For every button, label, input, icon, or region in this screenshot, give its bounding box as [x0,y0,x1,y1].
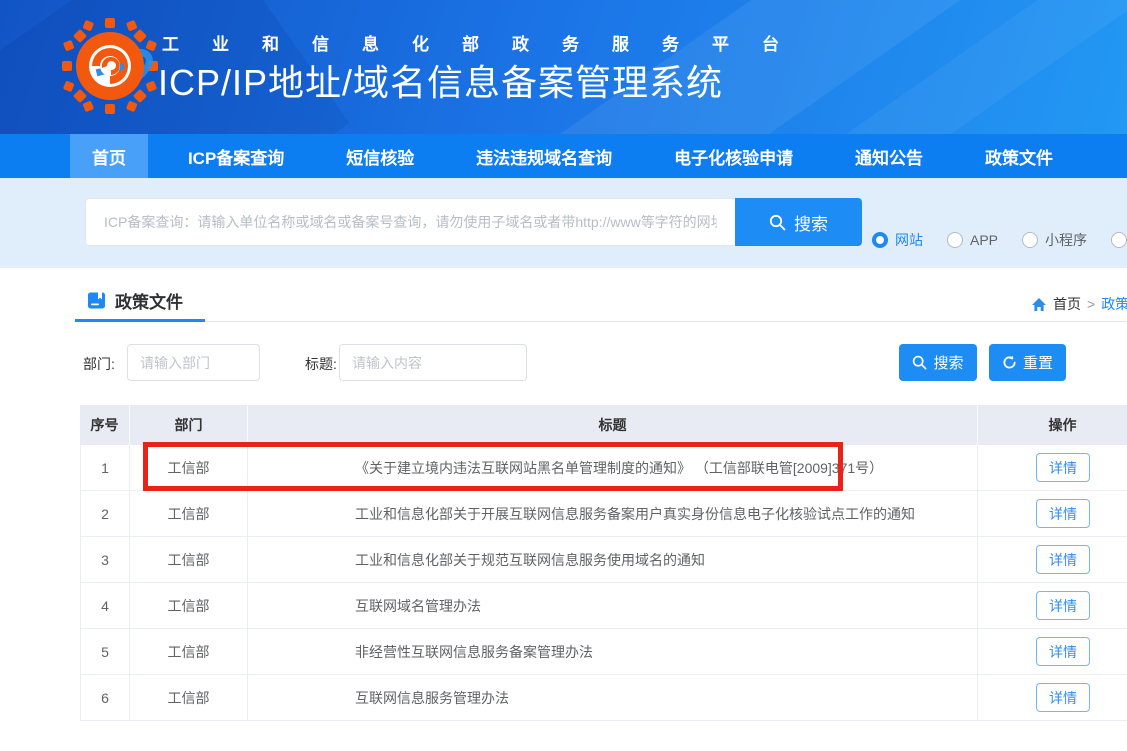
nav-item-policy-files[interactable]: 政策文件 [963,134,1075,178]
row-title[interactable]: 非经营性互联网信息服务备案管理办法 [248,629,978,674]
search-button-label: 搜索 [794,210,828,235]
refresh-icon [1002,355,1017,370]
row-dept: 工信部 [130,537,248,582]
nav-item-e-verify[interactable]: 电子化核验申请 [652,134,815,178]
search-type-miniprogram[interactable]: 小程序 [1022,230,1087,250]
filter-search-button[interactable]: 搜索 [899,344,977,381]
table-row: 5 工信部 非经营性互联网信息服务备案管理办法 详情 [80,629,1127,675]
section-header: 政策文件 [75,282,1127,322]
detail-button[interactable]: 详情 [1036,637,1090,666]
table-row: 4 工信部 互联网域名管理办法 详情 [80,583,1127,629]
table-row: 2 工信部 工业和信息化部关于开展互联网信息服务备案用户真实身份信息电子化核验试… [80,491,1127,537]
row-dept: 工信部 [130,629,248,674]
col-header-title: 标题 [248,405,978,445]
radio-icon [872,232,888,248]
home-icon [1031,297,1047,312]
nav-item-home[interactable]: 首页 [70,134,148,178]
icp-search-input[interactable] [85,198,735,246]
col-header-dept: 部门 [130,405,248,445]
row-dept: 工信部 [130,675,248,720]
section-title: 政策文件 [115,288,183,313]
col-header-op: 操作 [978,405,1127,445]
detail-button[interactable]: 详情 [1036,591,1090,620]
detail-button[interactable]: 详情 [1036,499,1090,528]
table-row: 1 工信部 《关于建立境内违法互联网站黑名单管理制度的通知》 （工信部联电管[2… [80,445,1127,491]
row-title[interactable]: 互联网域名管理办法 [248,583,978,628]
col-header-no: 序号 [80,405,130,445]
row-no: 2 [80,491,130,536]
table-row: 3 工信部 工业和信息化部关于规范互联网信息服务使用域名的通知 详情 [80,537,1127,583]
header-banner: 工业和信息化部政务服务平台 ICP/IP地址/域名信息备案管理系统 [0,0,1127,134]
search-icon [912,355,927,370]
search-type-app[interactable]: APP [947,232,998,248]
row-dept: 工信部 [130,583,248,628]
icp-search-button[interactable]: 搜索 [735,198,862,246]
breadcrumb-separator: > [1087,296,1095,312]
detail-button[interactable]: 详情 [1036,545,1090,574]
filter-reset-button[interactable]: 重置 [989,344,1066,381]
breadcrumb-home[interactable]: 首页 [1053,294,1081,314]
radio-icon [1111,232,1127,248]
nav-item-sms-verify[interactable]: 短信核验 [324,134,436,178]
row-title[interactable]: 工业和信息化部关于开展互联网信息服务备案用户真实身份信息电子化核验试点工作的通知 [248,491,978,536]
row-no: 3 [80,537,130,582]
site-logo-icon [60,16,160,116]
platform-subtitle: 工业和信息化部政务服务平台 [162,30,812,55]
tab-policy-files[interactable]: 政策文件 [75,282,205,322]
breadcrumb: 首页 > 政策文件 [1031,294,1127,314]
breadcrumb-current[interactable]: 政策文件 [1101,294,1127,314]
row-dept: 工信部 [130,445,248,490]
search-icon [769,214,786,231]
row-dept: 工信部 [130,491,248,536]
search-type-group: 网站 APP 小程序 快应用 [872,230,1127,250]
table-row: 6 工信部 互联网信息服务管理办法 详情 [80,675,1127,721]
search-type-website[interactable]: 网站 [872,230,923,250]
nav-item-icp-query[interactable]: ICP备案查询 [166,134,306,178]
main-nav: 首页 ICP备案查询 短信核验 违法违规域名查询 电子化核验申请 通知公告 政策… [0,134,1127,178]
row-title[interactable]: 工业和信息化部关于规范互联网信息服务使用域名的通知 [248,537,978,582]
detail-button[interactable]: 详情 [1036,453,1090,482]
icp-search-box: 搜索 [85,198,862,246]
detail-button[interactable]: 详情 [1036,683,1090,712]
site-title: ICP/IP地址/域名信息备案管理系统 [158,54,723,106]
dept-filter-input[interactable] [127,344,260,381]
dept-filter-label: 部门: [83,354,115,374]
row-title[interactable]: 互联网信息服务管理办法 [248,675,978,720]
title-filter-label: 标题: [305,354,337,374]
nav-item-notices[interactable]: 通知公告 [833,134,945,178]
row-no: 4 [80,583,130,628]
row-no: 6 [80,675,130,720]
nav-item-illegal-domain[interactable]: 违法违规域名查询 [454,134,634,178]
row-no: 5 [80,629,130,674]
policy-table: 序号 部门 标题 操作 1 工信部 《关于建立境内违法互联网站黑名单管理制度的通… [80,405,1127,721]
row-title[interactable]: 《关于建立境内违法互联网站黑名单管理制度的通知》 （工信部联电管[2009]37… [248,445,978,490]
book-icon [87,291,106,310]
radio-icon [947,232,963,248]
radio-icon [1022,232,1038,248]
title-filter-input[interactable] [339,344,527,381]
row-no: 1 [80,445,130,490]
table-header-row: 序号 部门 标题 操作 [80,405,1127,445]
search-type-quickapp[interactable]: 快应用 [1111,230,1127,250]
